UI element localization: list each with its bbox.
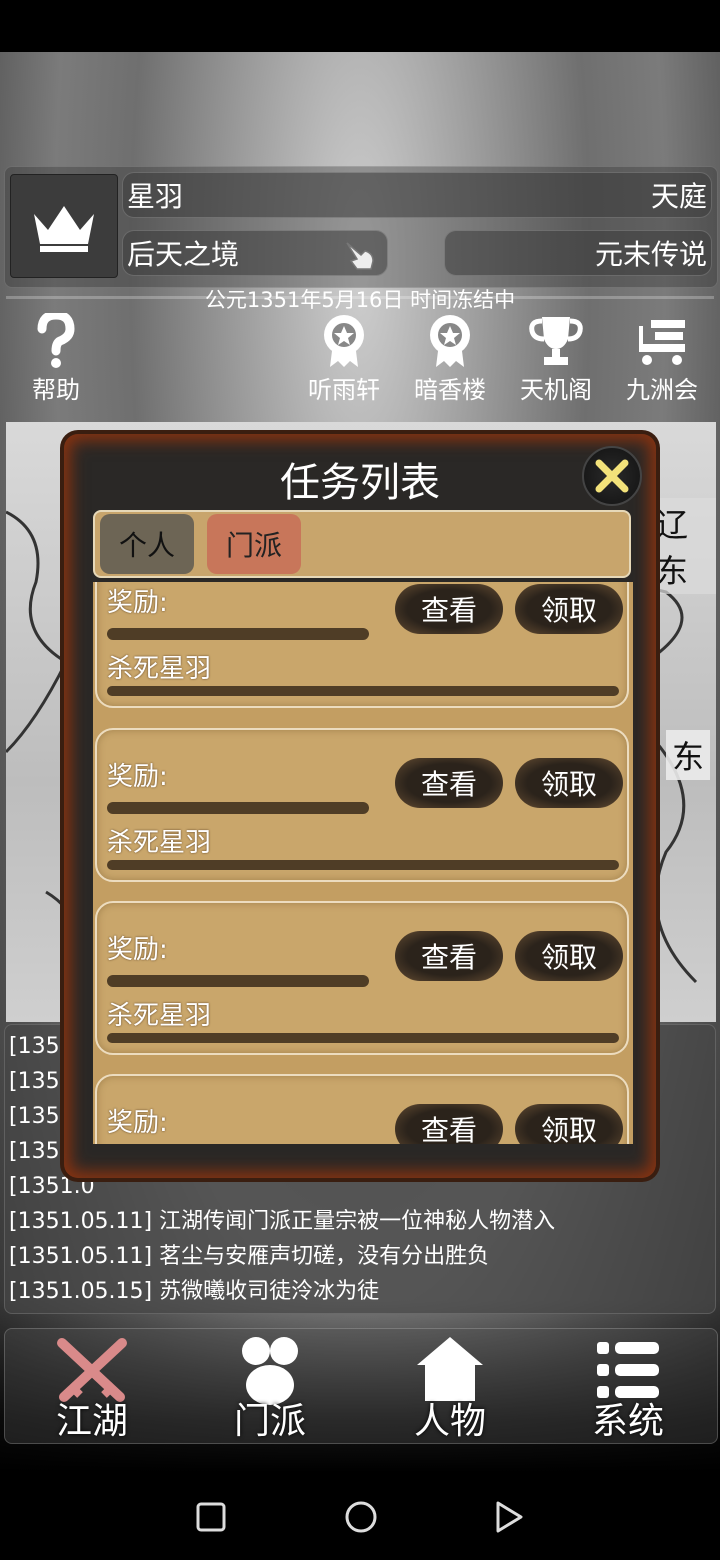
server-name: 天庭: [650, 180, 707, 213]
reward-label: 奖励:: [107, 935, 168, 965]
nav-jiuzhouhui[interactable]: 九洲会: [614, 312, 710, 405]
task-card: 奖励: 查看 领取 杀死星羽: [95, 901, 629, 1055]
ink-stroke: [107, 686, 619, 696]
reward-label: 奖励:: [107, 762, 168, 792]
help-label: 帮助: [32, 376, 80, 404]
nav-label: 门派: [233, 1401, 306, 1442]
realm-field[interactable]: 后天之境: [122, 230, 388, 276]
player-name: 星羽: [127, 180, 184, 213]
close-button[interactable]: [582, 446, 642, 506]
trophy-icon: [529, 317, 583, 365]
question-icon: [37, 313, 75, 368]
tab-personal[interactable]: 个人: [100, 514, 194, 574]
home-icon[interactable]: [344, 1500, 378, 1534]
task-target: 杀死星羽: [107, 828, 212, 858]
view-button[interactable]: 查看: [395, 758, 503, 808]
task-card: 奖励: 查看 领取 杀死星羽: [95, 582, 629, 708]
reward-label: 奖励:: [107, 588, 168, 618]
ink-stroke: [107, 802, 369, 814]
list-icon: [597, 1342, 659, 1398]
nav-label: 暗香楼: [414, 376, 486, 404]
nav-label: 江湖: [55, 1401, 128, 1442]
claim-button[interactable]: 领取: [515, 584, 623, 634]
ink-stroke: [107, 628, 369, 640]
nav-label: 九洲会: [626, 376, 698, 404]
nav-menpai[interactable]: 门派: [200, 1334, 340, 1442]
realm-text: 后天之境: [127, 238, 240, 271]
ink-stroke: [107, 1033, 619, 1043]
date-status: 公元1351年5月16日 时间冻结中: [204, 288, 516, 312]
nav-label: 听雨轩: [308, 376, 380, 404]
close-icon: [595, 459, 629, 493]
task-card: 奖励: 查看 领取: [95, 1074, 629, 1144]
crown-icon: [34, 206, 94, 252]
log-line: [1351.05.11] 江湖传闻门派正量宗被一位神秘人物潜入: [9, 1209, 556, 1234]
medal-icon: [324, 315, 364, 367]
tab-sect[interactable]: 门派: [207, 514, 301, 574]
task-card: 奖励: 查看 领取 杀死星羽: [95, 728, 629, 882]
nav-renwu[interactable]: 人物: [380, 1334, 520, 1442]
map-label-liaodong[interactable]: 辽东: [650, 498, 716, 594]
status-bar: [0, 0, 720, 52]
back-icon[interactable]: [494, 1500, 524, 1534]
nav-tianjige[interactable]: 天机阁: [508, 312, 604, 405]
medal-icon: [430, 315, 470, 367]
recents-icon[interactable]: [196, 1502, 226, 1532]
nav-xitong[interactable]: 系统: [558, 1334, 698, 1442]
task-list[interactable]: 奖励: 查看 领取 杀死星羽 奖励: 查看 领取 杀死星羽 奖励: 查看 领取 …: [93, 582, 633, 1144]
nav-label: 天机阁: [520, 376, 592, 404]
help-button[interactable]: 帮助: [8, 312, 104, 405]
avatar[interactable]: [10, 174, 118, 278]
view-button[interactable]: 查看: [395, 1104, 503, 1144]
log-line: [1351.05.11] 茗尘与安雁声切磋，没有分出胜负: [9, 1244, 490, 1269]
nav-label: 系统: [591, 1401, 664, 1442]
dialog-title: 任务列表: [280, 460, 440, 506]
task-target: 杀死星羽: [107, 1001, 212, 1031]
nav-tingyuxuan[interactable]: 听雨轩: [296, 312, 392, 405]
title-text: 元末传说: [594, 238, 707, 271]
cart-icon: [639, 320, 685, 365]
claim-button[interactable]: 领取: [515, 1104, 623, 1144]
task-target: 杀死星羽: [107, 654, 212, 684]
nav-anxianglou[interactable]: 暗香楼: [402, 312, 498, 405]
nav-label: 人物: [413, 1401, 486, 1442]
title-field: 元末传说: [444, 230, 712, 276]
map-label-dong[interactable]: 东: [666, 730, 711, 780]
claim-button[interactable]: 领取: [515, 758, 623, 808]
name-field: 星羽 天庭: [122, 172, 712, 218]
pointing-hand-icon: [346, 242, 374, 270]
system-nav-bar: [0, 1472, 720, 1560]
claim-button[interactable]: 领取: [515, 931, 623, 981]
nav-jianghu[interactable]: 江湖: [22, 1334, 162, 1442]
ink-stroke: [107, 975, 369, 987]
view-button[interactable]: 查看: [395, 931, 503, 981]
view-button[interactable]: 查看: [395, 584, 503, 634]
reward-label: 奖励:: [107, 1108, 168, 1138]
ink-stroke: [107, 860, 619, 870]
log-line: [1351.05.15] 苏微曦收司徒泠冰为徒: [9, 1279, 380, 1304]
